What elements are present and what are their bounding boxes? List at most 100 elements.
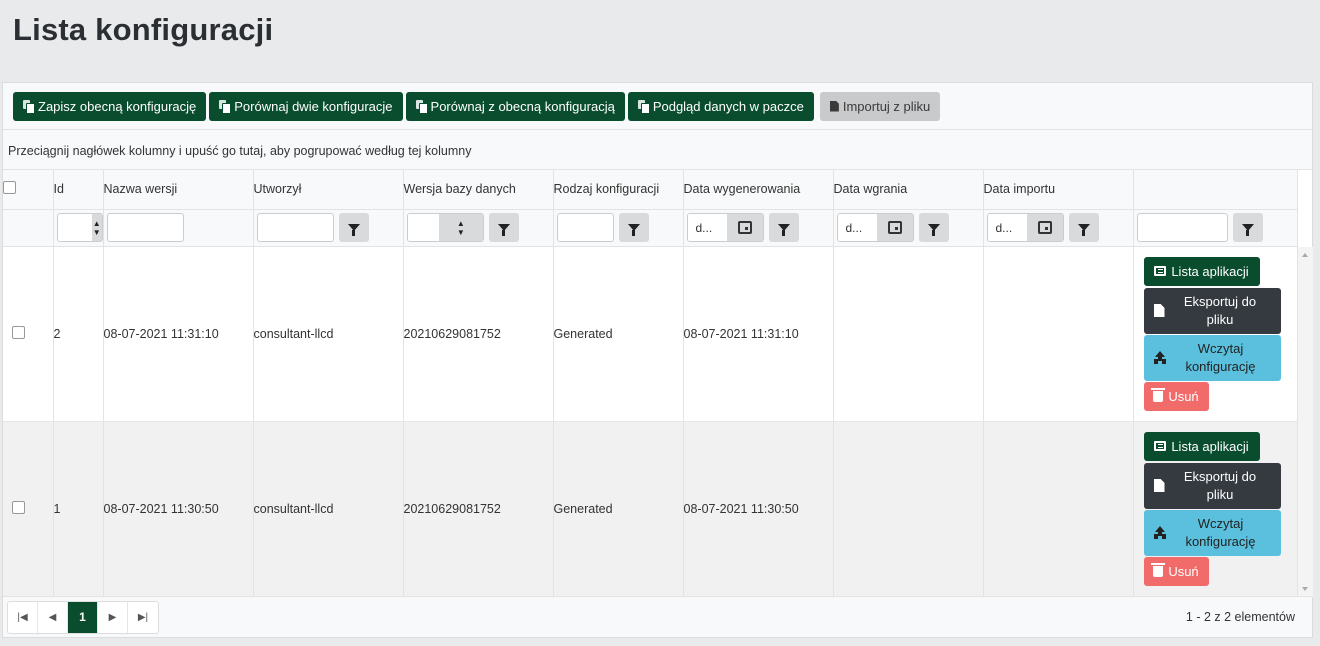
- filter-icon: [777, 224, 790, 236]
- date-filter-value: d...: [837, 214, 877, 241]
- upload-date-filter[interactable]: d...: [836, 213, 914, 242]
- table-row[interactable]: 1 08-07-2021 11:30:50 consultant-llcd 20…: [3, 421, 1298, 597]
- delete-button[interactable]: Usuń: [1143, 381, 1209, 411]
- row-checkbox[interactable]: [12, 500, 25, 514]
- grid-toolbar: Zapisz obecną konfigurację Porównaj dwie…: [3, 83, 1312, 130]
- cell-id: 1: [53, 421, 104, 597]
- filter-cell-generated-date: d...: [683, 209, 834, 247]
- column-header-db-version[interactable]: Wersja bazy danych: [403, 170, 554, 210]
- app-list-button[interactable]: Lista aplikacji: [1143, 431, 1260, 461]
- filter-cell-import-date: d...: [983, 209, 1134, 247]
- cell-config-type: Generated: [553, 421, 684, 597]
- vertical-scrollbar[interactable]: [1298, 247, 1313, 597]
- calendar-button[interactable]: [1026, 214, 1063, 241]
- calendar-icon: [1037, 221, 1052, 234]
- delete-label: Usuń: [1168, 563, 1199, 579]
- number-spinner[interactable]: ▲ ▼: [91, 214, 102, 241]
- cell-created-by: consultant-llcd: [253, 421, 404, 597]
- filter-icon: [347, 224, 360, 236]
- filter-button[interactable]: [488, 213, 519, 242]
- upload-icon: [1154, 351, 1166, 364]
- package-preview-button[interactable]: Podgląd danych w paczce: [627, 91, 814, 121]
- filter-icon: [497, 224, 510, 236]
- cell-actions: Lista aplikacji Eksportuj do pliku Wczyt…: [1133, 246, 1298, 422]
- file-export-icon: [1153, 304, 1165, 317]
- table-row[interactable]: 2 08-07-2021 11:31:10 consultant-llcd 20…: [3, 246, 1298, 422]
- compare-two-configs-label: Porównaj dwie konfiguracje: [234, 98, 393, 114]
- delete-label: Usuń: [1168, 388, 1199, 404]
- load-label: Wczytaj konfigurację: [1185, 515, 1256, 549]
- prev-page-icon[interactable]: ◀: [38, 601, 68, 633]
- select-all-header[interactable]: [3, 170, 54, 210]
- generated-date-filter[interactable]: d...: [686, 213, 764, 242]
- db-version-filter-input[interactable]: ▲ ▼: [406, 213, 484, 242]
- cell-version-name: 08-07-2021 11:30:50: [103, 421, 254, 597]
- version-name-filter-input[interactable]: [106, 213, 184, 242]
- select-all-checkbox[interactable]: [3, 181, 16, 195]
- load-label: Wczytaj konfigurację: [1185, 340, 1256, 374]
- number-spinner[interactable]: ▲ ▼: [439, 214, 483, 241]
- column-header-generated-date[interactable]: Data wygenerowania: [683, 170, 834, 210]
- compare-two-configs-button[interactable]: Porównaj dwie konfiguracje: [209, 91, 403, 121]
- pager: |◀ ◀ 1 ▶ ▶| 1 - 2 z 2 elementów: [3, 596, 1312, 637]
- last-page-icon[interactable]: ▶|: [128, 602, 158, 633]
- config-type-filter-input[interactable]: [556, 213, 614, 242]
- current-page-button[interactable]: 1: [68, 601, 98, 633]
- cell-generated-date: 08-07-2021 11:30:50: [683, 421, 834, 597]
- cell-db-version: 20210629081752: [403, 421, 554, 597]
- scroll-up-arrow-icon[interactable]: [1302, 253, 1308, 257]
- created-by-filter-input[interactable]: [256, 213, 334, 242]
- pager-info: 1 - 2 z 2 elementów: [1185, 610, 1295, 624]
- scroll-down-arrow-icon[interactable]: [1302, 587, 1308, 591]
- cell-db-version: 20210629081752: [403, 246, 554, 422]
- filter-cell-id: ▲ ▼: [53, 209, 104, 247]
- export-to-file-button[interactable]: Eksportuj do pliku: [1143, 462, 1281, 509]
- filter-cell-db-version: ▲ ▼: [403, 209, 554, 247]
- page-title: Lista konfiguracji: [13, 12, 274, 47]
- column-header-config-type[interactable]: Rodzaj konfiguracji: [553, 170, 684, 210]
- import-from-file-button[interactable]: Importuj z pliku: [819, 91, 941, 121]
- compare-with-current-button[interactable]: Porównaj z obecną konfiguracją: [405, 91, 625, 121]
- save-current-config-label: Zapisz obecną konfigurację: [38, 98, 197, 114]
- id-filter-input[interactable]: ▲ ▼: [56, 213, 103, 242]
- copy-icon: [415, 100, 428, 114]
- column-header-import-date[interactable]: Data importu: [983, 170, 1134, 210]
- column-header-id[interactable]: Id: [53, 170, 104, 210]
- calendar-button[interactable]: [876, 214, 913, 241]
- filter-button[interactable]: [1068, 213, 1099, 242]
- column-header-upload-date[interactable]: Data wgrania: [833, 170, 984, 210]
- actions-filter-input[interactable]: [1136, 213, 1228, 242]
- filter-cell-upload-date: d...: [833, 209, 984, 247]
- config-grid-panel: Zapisz obecną konfigurację Porównaj dwie…: [2, 82, 1313, 638]
- load-config-button[interactable]: Wczytaj konfigurację: [1143, 509, 1281, 556]
- date-filter-value: d...: [987, 214, 1027, 241]
- filter-button[interactable]: [1232, 213, 1263, 242]
- delete-button[interactable]: Usuń: [1143, 556, 1209, 586]
- export-to-file-button[interactable]: Eksportuj do pliku: [1143, 287, 1281, 334]
- compare-with-current-label: Porównaj z obecną konfiguracją: [430, 98, 615, 114]
- cell-id: 2: [53, 246, 104, 422]
- row-checkbox[interactable]: [12, 325, 25, 339]
- first-page-icon[interactable]: |◀: [8, 601, 38, 633]
- filter-button[interactable]: [918, 213, 949, 242]
- filter-button[interactable]: [338, 213, 369, 242]
- next-page-icon[interactable]: ▶: [98, 601, 128, 633]
- load-config-button[interactable]: Wczytaj konfigurację: [1143, 334, 1281, 381]
- cell-version-name: 08-07-2021 11:31:10: [103, 246, 254, 422]
- column-header-version-name[interactable]: Nazwa wersji: [103, 170, 254, 210]
- filter-button[interactable]: [768, 213, 799, 242]
- copy-icon: [637, 100, 650, 114]
- app-list-button[interactable]: Lista aplikacji: [1143, 256, 1260, 286]
- group-drop-area[interactable]: Przeciągnij nagłówek kolumny i upuść go …: [3, 130, 1312, 170]
- file-import-icon: [829, 100, 839, 112]
- calendar-button[interactable]: [726, 214, 763, 241]
- save-current-config-button[interactable]: Zapisz obecną konfigurację: [13, 91, 207, 121]
- filter-cell-actions: [1133, 209, 1298, 247]
- import-date-filter[interactable]: d...: [986, 213, 1064, 242]
- calendar-icon: [887, 221, 902, 234]
- cell-actions: Lista aplikacji Eksportuj do pliku Wczyt…: [1133, 421, 1298, 597]
- file-export-icon: [1153, 479, 1165, 492]
- filter-button[interactable]: [618, 213, 649, 242]
- column-header-created-by[interactable]: Utworzył: [253, 170, 404, 210]
- trash-icon: [1151, 387, 1166, 402]
